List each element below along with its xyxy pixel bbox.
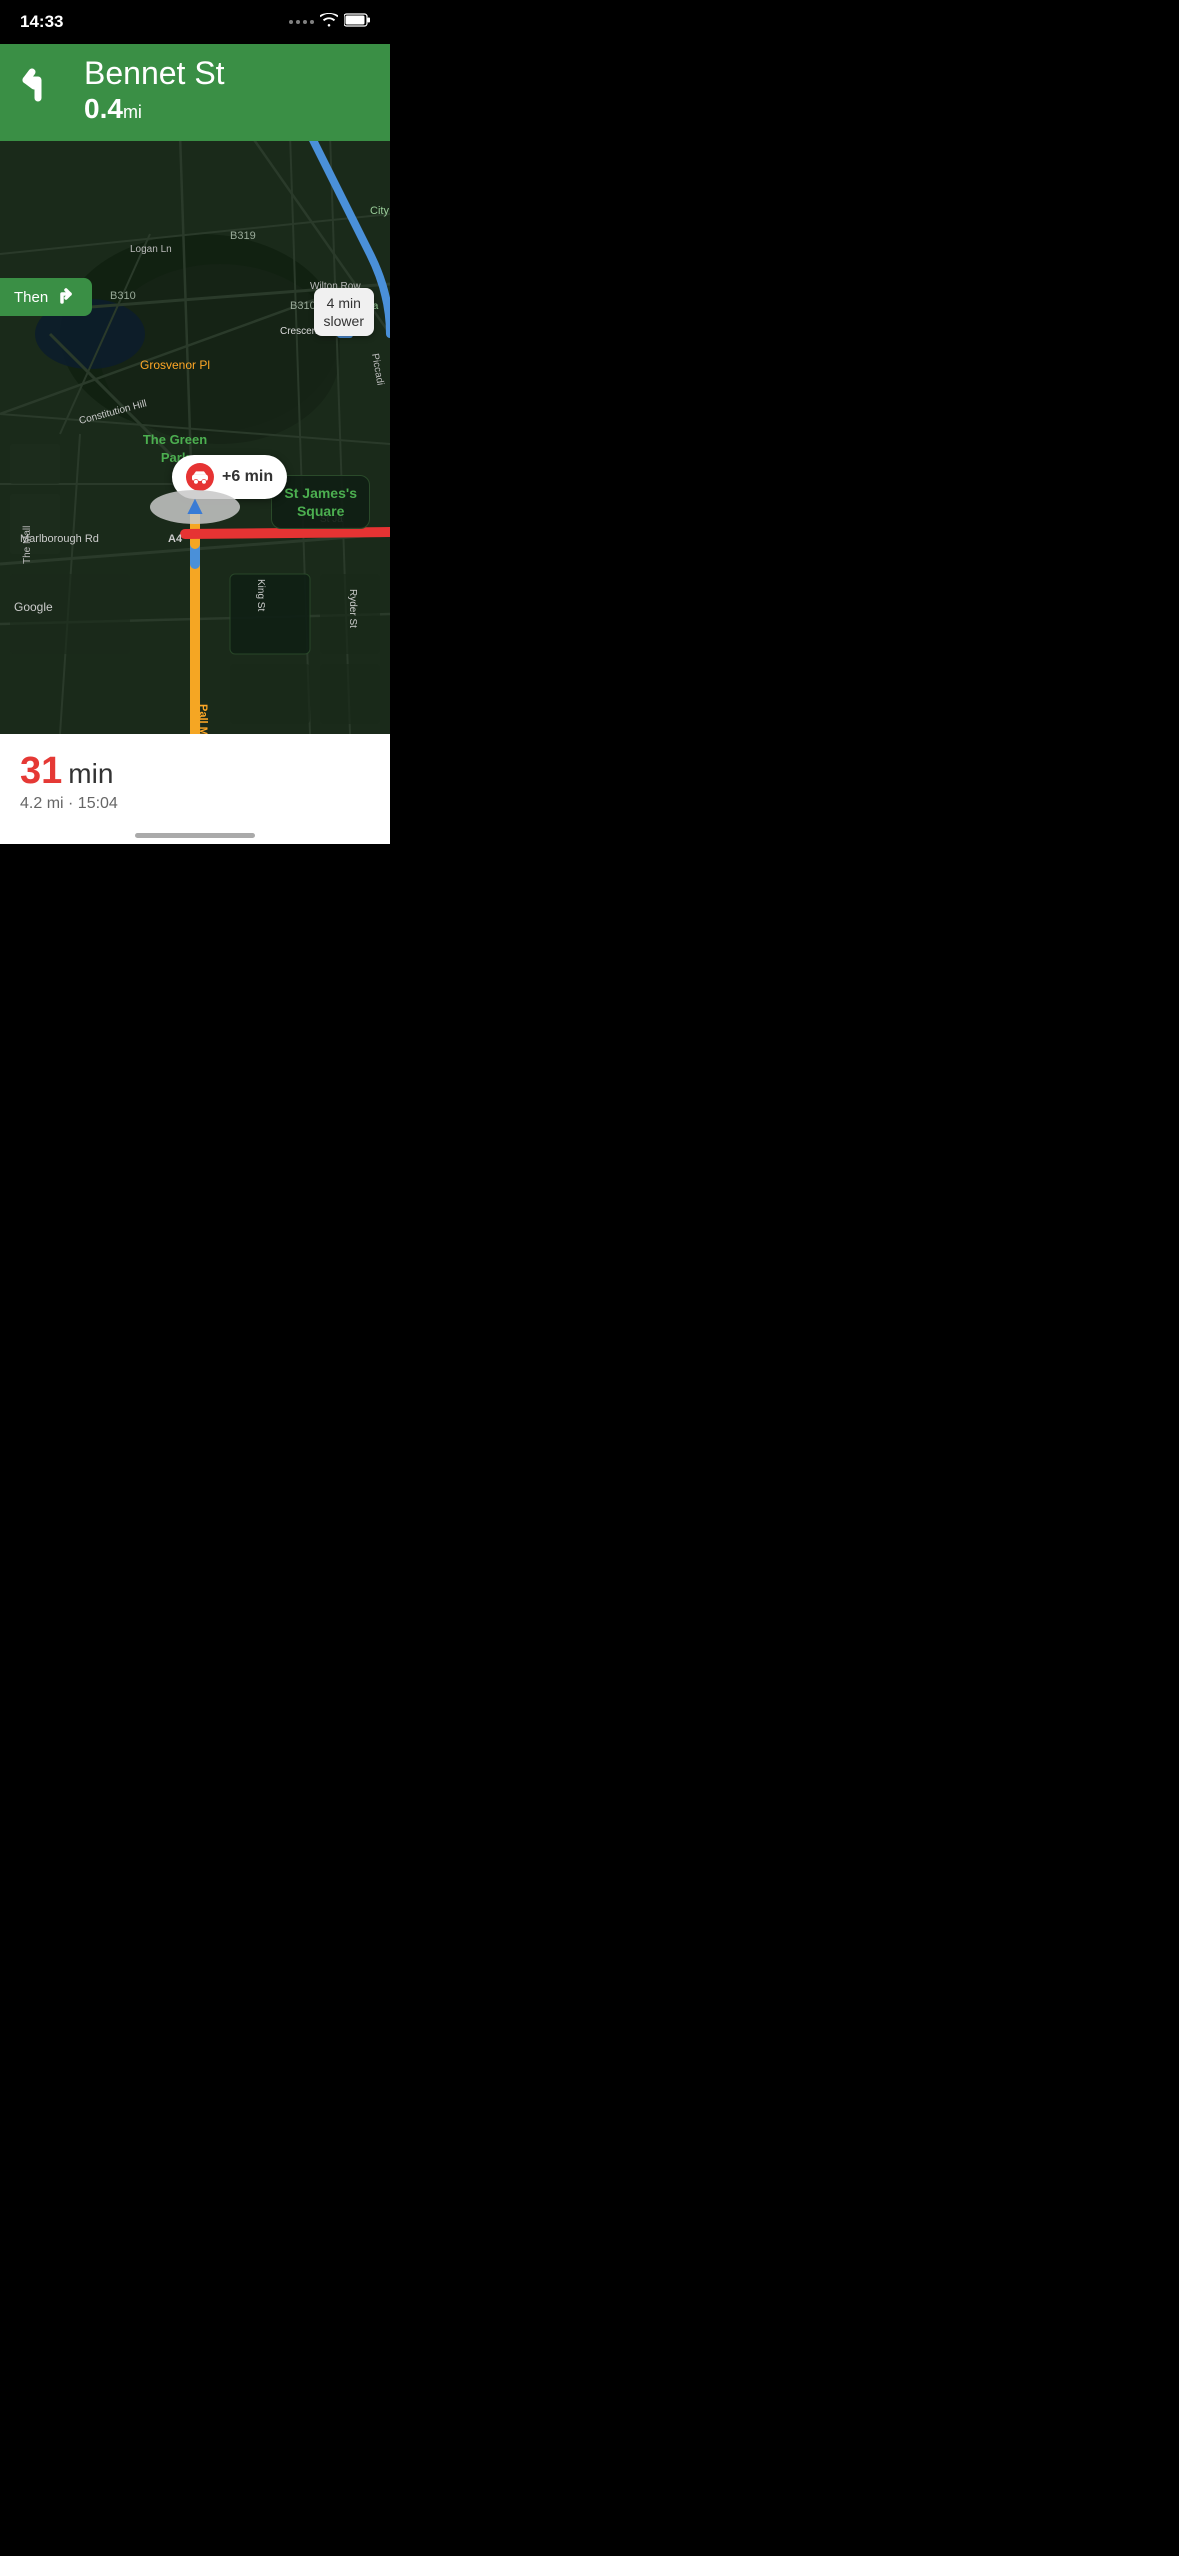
status-icons (289, 13, 370, 32)
eta-minutes-number: 31 (20, 750, 62, 793)
slower-badge-text: 4 min slower (324, 294, 364, 330)
location-arrow-icon: ▲ (182, 490, 208, 521)
home-indicator (135, 833, 255, 838)
svg-text:A4: A4 (168, 533, 183, 545)
incident-icon (186, 463, 214, 491)
eta-minutes-label: min (68, 758, 113, 790)
wifi-icon (320, 13, 338, 32)
svg-text:Logan Ln: Logan Ln (130, 244, 172, 255)
then-arrow-icon (56, 286, 78, 308)
st-james-line2: Square (297, 503, 344, 519)
location-indicator: ▲ (150, 490, 240, 524)
st-james-text: St James's Square (284, 484, 357, 520)
svg-text:Pall Mall: Pall Mall (197, 704, 209, 734)
nav-info: Bennet St 0.4mi (84, 56, 225, 125)
distance-number: 0.4 (84, 93, 123, 124)
svg-text:Grosvenor Pl: Grosvenor Pl (140, 358, 210, 372)
svg-text:King St: King St (255, 579, 266, 611)
nav-header: Bennet St 0.4mi (0, 44, 390, 141)
slower-badge: 4 min slower (314, 288, 374, 336)
google-text: Google (14, 600, 53, 614)
eta-details: 4.2 mi · 15:04 (20, 795, 370, 813)
status-time: 14:33 (20, 12, 63, 32)
google-watermark: Google (14, 600, 53, 614)
slower-badge-line1: 4 min (327, 295, 361, 311)
svg-text:Marlborough Rd: Marlborough Rd (20, 533, 99, 545)
svg-text:B319: B319 (230, 230, 256, 242)
incident-text: +6 min (222, 468, 273, 486)
map-svg: B319 B310 B310 Grosvenor Pl Constitution… (0, 134, 390, 734)
svg-text:City: City (370, 205, 389, 217)
distance-unit: mi (123, 102, 142, 122)
street-name: Bennet St (84, 56, 225, 91)
bottom-bar: 31 min 4.2 mi · 15:04 (0, 734, 390, 844)
battery-icon (344, 13, 370, 32)
st-james-line1: St James's (284, 485, 357, 501)
then-label: Then (14, 289, 48, 306)
distance: 0.4mi (84, 93, 225, 125)
svg-text:B310: B310 (110, 290, 136, 302)
eta-row: 31 min (20, 750, 370, 793)
svg-text:The Green: The Green (143, 432, 207, 447)
status-bar: 14:33 (0, 0, 390, 44)
then-indicator: Then (0, 278, 92, 316)
svg-text:Ryder St: Ryder St (347, 589, 358, 628)
signal-icon (289, 20, 314, 24)
location-oval: ▲ (150, 490, 240, 524)
slower-badge-line2: slower (324, 313, 364, 329)
map-container[interactable]: B319 B310 B310 Grosvenor Pl Constitution… (0, 134, 390, 734)
turn-arrow-icon (16, 60, 70, 121)
svg-text:B310: B310 (290, 300, 316, 312)
